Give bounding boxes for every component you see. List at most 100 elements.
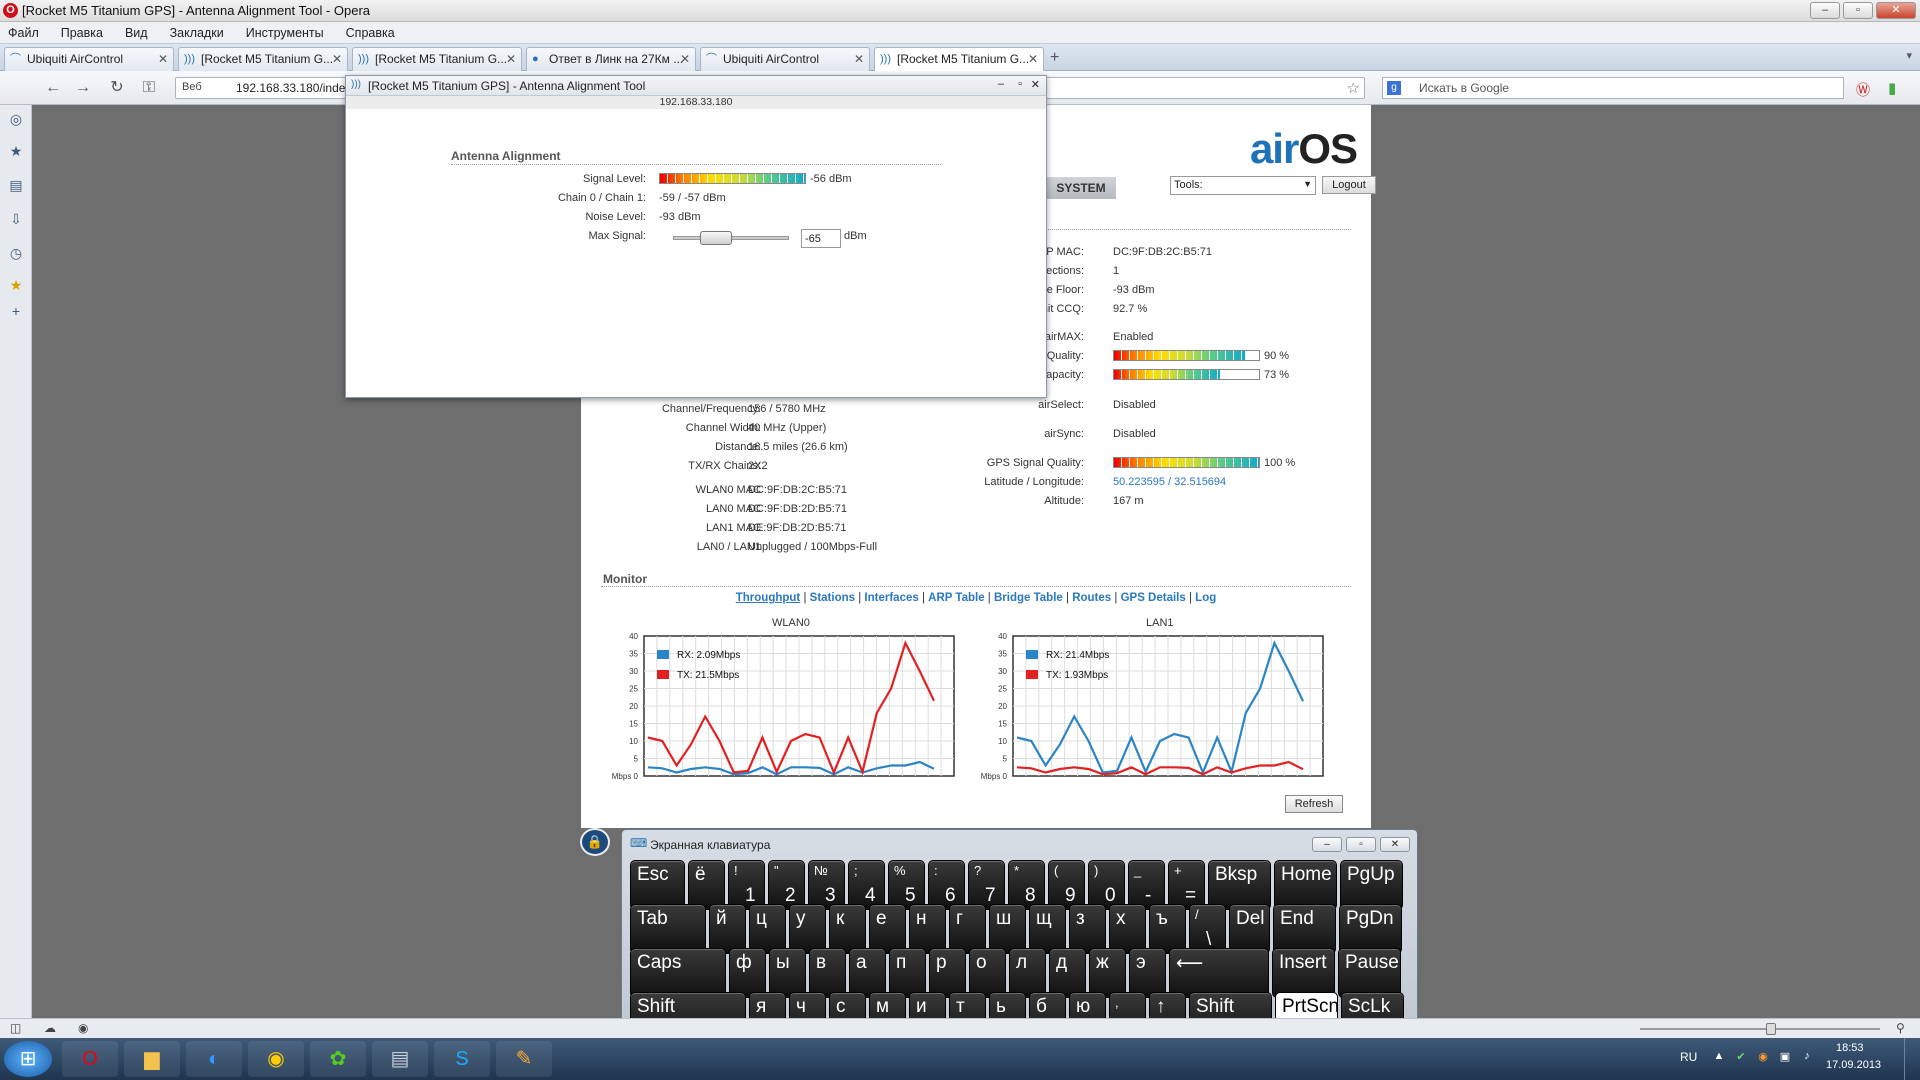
tab-system[interactable]: SYSTEM (1046, 177, 1116, 199)
key-0-9[interactable]: * 8 (1008, 860, 1045, 910)
tab-close-icon[interactable]: ✕ (1028, 52, 1038, 66)
tray-check-icon[interactable]: ✔ (1734, 1050, 1748, 1064)
key-1-6[interactable]: н (909, 904, 946, 954)
new-tab-icon[interactable]: + (1050, 49, 1059, 67)
popup-maximize-button[interactable]: ▫ (1018, 78, 1022, 90)
osk-close-button[interactable]: ✕ (1380, 837, 1410, 852)
tab-close-icon[interactable]: ✕ (680, 52, 690, 66)
reload-icon[interactable]: ↻ (108, 79, 126, 97)
key-1-11[interactable]: х (1109, 904, 1146, 954)
taskbar-opera-icon[interactable]: O (62, 1041, 118, 1077)
tools-select[interactable]: Tools: ▼ (1170, 176, 1316, 195)
key-1-7[interactable]: г (949, 904, 986, 954)
refresh-button[interactable]: Refresh (1285, 795, 1343, 813)
key-0-1[interactable]: ё (688, 860, 725, 910)
key-0-6[interactable]: % 5 (888, 860, 925, 910)
search-field[interactable]: g Искать в Google (1382, 77, 1844, 99)
key-1-13[interactable]: / \ (1189, 904, 1226, 954)
link-interfaces[interactable]: Interfaces (864, 592, 918, 604)
taskbar-skype-icon[interactable]: S (434, 1041, 490, 1077)
taskbar-explorer-icon[interactable]: ▆ (124, 1041, 180, 1077)
close-button[interactable]: ✕ (1876, 2, 1916, 19)
key-1-10[interactable]: з (1069, 904, 1106, 954)
clock-date[interactable]: 17.09.2013 (1826, 1059, 1881, 1071)
osk-minimize-button[interactable]: – (1312, 837, 1342, 852)
key-2-4[interactable]: а (849, 948, 886, 998)
extension-icon[interactable]: Ⓦ (1856, 80, 1870, 100)
tab-close-icon[interactable]: ✕ (158, 52, 168, 66)
taskbar-network-icon[interactable]: ▤ (372, 1041, 428, 1077)
link-bridge-table[interactable]: Bridge Table (994, 592, 1063, 604)
link-routes[interactable]: Routes (1072, 592, 1111, 604)
taskbar-ie-icon[interactable]: ◐ (186, 1041, 242, 1077)
tab-close-icon[interactable]: ✕ (506, 52, 516, 66)
menu-view[interactable]: Вид (125, 26, 148, 40)
taskbar-paint-icon[interactable]: ✎ (496, 1041, 552, 1077)
key-1-1[interactable]: й (709, 904, 746, 954)
speed-dial-icon[interactable]: ◎ (7, 111, 25, 129)
menu-file[interactable]: Файл (8, 26, 39, 40)
minimize-button[interactable]: – (1810, 2, 1840, 19)
clock-time[interactable]: 18:53 (1836, 1042, 1864, 1054)
key-1-14[interactable]: Del (1229, 904, 1270, 954)
view-icon[interactable]: ⚲ (1896, 1021, 1905, 1035)
tab-aircontrol-1[interactable]: ⌒ Ubiquiti AirControl ✕ (4, 47, 174, 71)
key-2-0[interactable]: Caps (630, 948, 726, 998)
tab-close-icon[interactable]: ✕ (854, 52, 864, 66)
show-desktop-button[interactable] (1904, 1038, 1920, 1080)
key-2-10[interactable]: ж (1089, 948, 1126, 998)
key-icon[interactable]: ⚿ (140, 79, 158, 97)
menu-edit[interactable]: Правка (61, 26, 103, 40)
tray-expand-icon[interactable]: ▲ (1712, 1050, 1726, 1064)
tab-list-icon[interactable]: ▾ (1906, 49, 1912, 62)
key-0-4[interactable]: № 3 (808, 860, 845, 910)
lat-long-link[interactable]: 50.223595 / 32.515694 (1113, 476, 1226, 488)
key-2-9[interactable]: д (1049, 948, 1086, 998)
key-1-9[interactable]: щ (1029, 904, 1066, 954)
panel-toggle-icon[interactable]: ◫ (10, 1021, 21, 1035)
menu-bookmarks[interactable]: Закладки (170, 26, 224, 40)
taskbar-chrome-icon[interactable]: ◉ (248, 1041, 304, 1077)
link-stations[interactable]: Stations (810, 592, 855, 604)
key-1-0[interactable]: Tab (630, 904, 706, 954)
language-indicator[interactable]: RU (1680, 1050, 1697, 1064)
key-1-4[interactable]: к (829, 904, 866, 954)
key-1-3[interactable]: у (789, 904, 826, 954)
key-0-0[interactable]: Esc (630, 860, 685, 910)
zoom-thumb[interactable] (1766, 1023, 1776, 1035)
tray-volume-icon[interactable]: ♪ (1800, 1050, 1814, 1064)
key-2-3[interactable]: в (809, 948, 846, 998)
back-icon[interactable]: ← (44, 79, 62, 97)
add-panel-icon[interactable]: + (7, 303, 25, 321)
bookmarks-icon[interactable]: ★ (7, 143, 25, 161)
link-arp-table[interactable]: ARP Table (928, 592, 984, 604)
key-1-15[interactable]: End (1273, 904, 1336, 954)
key-0-11[interactable]: ) 0 (1088, 860, 1125, 910)
menu-help[interactable]: Справка (346, 26, 395, 40)
max-signal-slider[interactable] (673, 231, 789, 245)
key-1-16[interactable]: PgDn (1339, 904, 1402, 954)
key-0-3[interactable]: " 2 (768, 860, 805, 910)
key-2-11[interactable]: э (1129, 948, 1166, 998)
favorites-icon[interactable]: ★ (7, 277, 25, 295)
key-1-12[interactable]: ъ (1149, 904, 1186, 954)
tab-rocket-1[interactable]: ))) [Rocket M5 Titanium G... ✕ (178, 47, 348, 71)
key-2-8[interactable]: л (1009, 948, 1046, 998)
key-1-2[interactable]: ц (749, 904, 786, 954)
key-2-12[interactable]: ⟵ (1169, 948, 1269, 998)
key-0-14[interactable]: Bksp (1208, 860, 1271, 910)
max-signal-input[interactable]: -65 (801, 229, 841, 248)
key-2-5[interactable]: п (889, 948, 926, 998)
tray-update-icon[interactable]: ◉ (1756, 1050, 1770, 1064)
key-2-6[interactable]: р (929, 948, 966, 998)
key-0-2[interactable]: ! 1 (728, 860, 765, 910)
popup-minimize-button[interactable]: – (998, 78, 1004, 90)
maximize-button[interactable]: ▫ (1843, 2, 1873, 19)
logout-button[interactable]: Logout (1322, 176, 1376, 194)
notes-icon[interactable]: ▤ (7, 177, 25, 195)
key-0-16[interactable]: PgUp (1340, 860, 1403, 910)
tab-rocket-2[interactable]: ))) [Rocket M5 Titanium G... ✕ (352, 47, 522, 71)
link-throughput[interactable]: Throughput (736, 592, 801, 604)
key-0-10[interactable]: (9 (1048, 860, 1085, 910)
downloads-icon[interactable]: ⇩ (7, 211, 25, 229)
